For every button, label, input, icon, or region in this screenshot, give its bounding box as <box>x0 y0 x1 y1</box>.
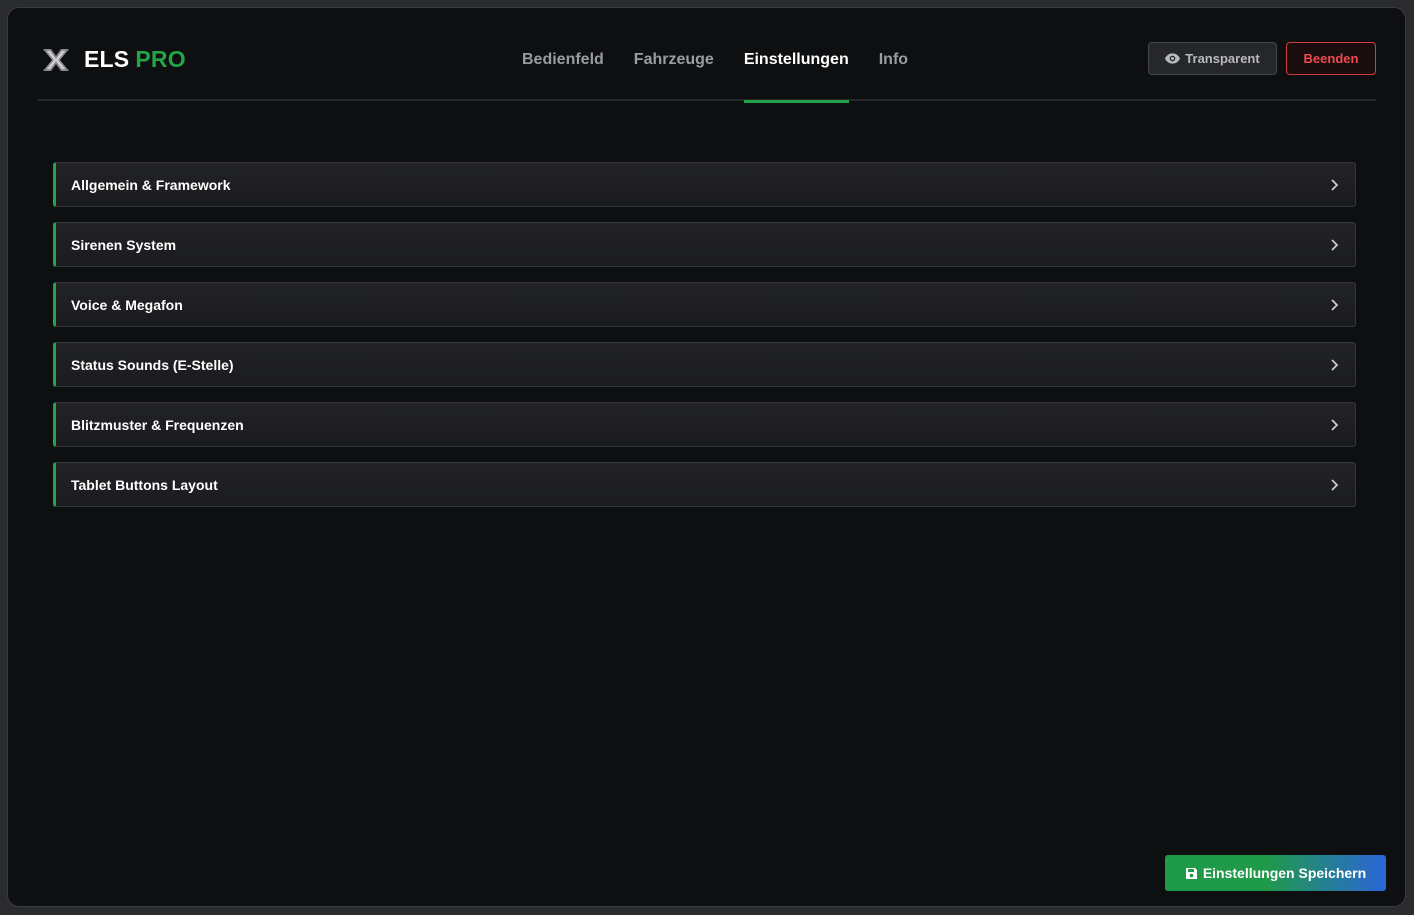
tab-info[interactable]: Info <box>879 8 908 101</box>
tab-fahrzeuge[interactable]: Fahrzeuge <box>634 8 714 101</box>
section-label: Sirenen System <box>71 236 177 253</box>
section-blitzmuster-frequenzen[interactable]: Blitzmuster & Frequenzen <box>53 402 1356 447</box>
section-label: Allgemein & Framework <box>71 176 231 193</box>
chevron-right-icon <box>1331 419 1339 431</box>
chevron-right-icon <box>1331 239 1339 251</box>
save-settings-button[interactable]: Einstellungen Speichern <box>1165 855 1386 891</box>
save-settings-label: Einstellungen Speichern <box>1202 865 1367 881</box>
chevron-right-icon <box>1331 359 1339 371</box>
section-label: Tablet Buttons Layout <box>71 476 218 493</box>
tab-einstellungen[interactable]: Einstellungen <box>743 8 849 103</box>
transparent-label: Transparent <box>1185 51 1260 66</box>
section-label: Blitzmuster & Frequenzen <box>71 416 244 433</box>
transparent-button[interactable]: Transparent <box>1148 42 1277 75</box>
section-sirenen-system[interactable]: Sirenen System <box>53 222 1356 267</box>
quit-button[interactable]: Beenden <box>1286 42 1376 75</box>
section-label: Status Sounds (E-Stelle) <box>71 356 234 373</box>
x-logo-icon <box>43 48 69 71</box>
section-tablet-buttons-layout[interactable]: Tablet Buttons Layout <box>53 462 1356 507</box>
section-allgemein-framework[interactable]: Allgemein & Framework <box>53 162 1356 207</box>
save-icon <box>1185 867 1197 879</box>
tab-bedienfeld[interactable]: Bedienfeld <box>522 8 604 101</box>
section-label: Voice & Megafon <box>71 296 183 313</box>
section-voice-megafon[interactable]: Voice & Megafon <box>53 282 1356 327</box>
header: ELS PRO Bedienfeld Fahrzeuge Einstellunge… <box>38 8 1376 103</box>
brand-accent: PRO <box>135 46 186 72</box>
eye-icon <box>1165 53 1181 64</box>
settings-sections: Allgemein & Framework Sirenen System Voi… <box>53 162 1356 522</box>
chevron-right-icon <box>1331 479 1339 491</box>
brand: ELS PRO <box>41 46 186 73</box>
chevron-right-icon <box>1331 299 1339 311</box>
app-window: ELS PRO Bedienfeld Fahrzeuge Einstellunge… <box>7 7 1406 907</box>
brand-name: ELS PRO <box>84 46 186 72</box>
section-status-sounds[interactable]: Status Sounds (E-Stelle) <box>53 342 1356 387</box>
main-nav: Bedienfeld Fahrzeuge Einstellungen Info <box>522 8 938 103</box>
chevron-right-icon <box>1331 179 1339 191</box>
